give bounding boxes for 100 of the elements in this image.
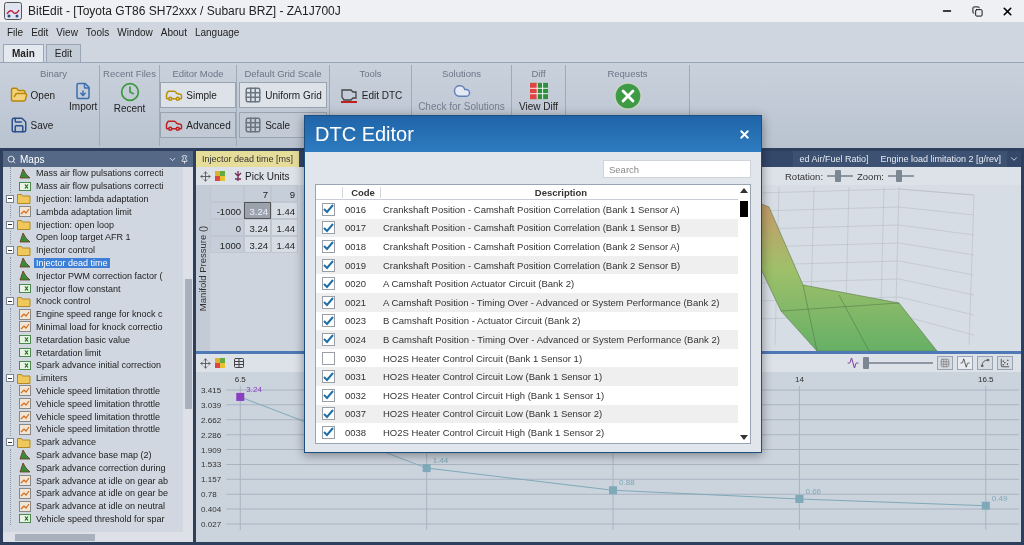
checkbox[interactable]	[322, 240, 335, 253]
tree-item[interactable]: Vehicle speed threshold for spar	[34, 513, 167, 524]
slider-thumb[interactable]	[835, 170, 842, 182]
tree-toggle[interactable]	[6, 195, 14, 203]
ribbon-button[interactable]: Recent	[108, 81, 151, 137]
ribbon-button[interactable]: Import	[64, 81, 103, 137]
tree-item[interactable]: Retardation basic value	[34, 334, 133, 345]
checkbox[interactable]	[322, 258, 335, 272]
tree-item[interactable]: Injector dead time	[34, 257, 110, 268]
tree-item[interactable]: Retardation limit	[34, 347, 104, 358]
checkbox[interactable]	[322, 370, 335, 384]
checkbox[interactable]	[322, 407, 335, 421]
column-header: 9	[271, 185, 298, 202]
ribbon-tab[interactable]: Main	[3, 44, 44, 62]
line-style-button[interactable]	[997, 356, 1013, 370]
tree-toggle[interactable]	[6, 374, 14, 383]
tree-item[interactable]: Injector flow constant	[34, 283, 123, 294]
tree-item[interactable]: Vehicle speed limitation throttle	[34, 385, 163, 396]
tree-folder[interactable]: Knock control	[34, 296, 93, 307]
slider[interactable]	[863, 357, 933, 369]
scrollbar[interactable]	[3, 532, 193, 542]
table-cell[interactable]: 1.44	[271, 219, 298, 236]
curve-icon[interactable]	[847, 357, 859, 369]
checkbox[interactable]	[322, 332, 335, 346]
column-header[interactable]: Description	[380, 186, 738, 198]
tree-item[interactable]: Spark advance at idle on gear ab	[34, 475, 171, 486]
tree-folder[interactable]: Spark advance	[34, 437, 99, 448]
tree-item[interactable]: Vehicle speed limitation throttle	[34, 411, 163, 422]
document-tab[interactable]: Injector dead time [ms]	[196, 151, 300, 167]
ribbon-button[interactable]: Advanced	[160, 112, 236, 138]
tree-item[interactable]: Lambda adaptation limit	[34, 206, 134, 217]
line-style-button[interactable]	[957, 356, 973, 370]
move-icon[interactable]	[200, 357, 211, 369]
scrollbar-thumb[interactable]	[740, 201, 748, 217]
table-cell[interactable]: 1.44	[271, 202, 298, 219]
checkbox[interactable]	[322, 351, 335, 365]
tree-folder[interactable]: Injector control	[34, 245, 98, 256]
checkbox[interactable]	[322, 388, 335, 402]
tree-item[interactable]: Vehicle speed limitation throttle	[34, 398, 163, 409]
checkbox[interactable]	[322, 314, 335, 328]
tree-item[interactable]: Mass air flow pulsations correcti	[34, 168, 166, 179]
ribbon-button[interactable]: Edit DTC	[333, 82, 408, 108]
tree-item[interactable]: Spark advance initial correction	[34, 360, 164, 371]
tree-toggle[interactable]	[6, 246, 14, 255]
grid-toggle[interactable]	[937, 356, 953, 370]
tree-toggle[interactable]	[6, 220, 14, 229]
tree-item[interactable]: Spark advance at idle on neutral	[34, 501, 168, 512]
menu-item[interactable]: About	[156, 26, 191, 38]
tree-folder[interactable]: Limiters	[34, 373, 70, 384]
table-icon[interactable]	[233, 357, 245, 369]
document-tab[interactable]: ed Air/Fuel Ratio]	[793, 151, 875, 167]
code-cell-text: 0038	[344, 426, 368, 438]
tree-item[interactable]: Mass air flow pulsations correcti	[34, 181, 166, 192]
line-style-button[interactable]	[977, 356, 993, 370]
dropdown-icon[interactable]	[1009, 154, 1019, 164]
checkbox[interactable]	[322, 425, 335, 439]
move-icon[interactable]	[200, 170, 211, 182]
document-tab[interactable]: Engine load limitation 2 [g/rev]	[874, 151, 1007, 167]
menu-item[interactable]: Language	[190, 26, 244, 38]
tree-folder[interactable]: Injection: lambda adaptation	[34, 194, 151, 204]
column-header[interactable]: Code	[342, 186, 380, 198]
menu-item[interactable]: View	[52, 26, 82, 38]
tree-item[interactable]: Minimal load for knock correctio	[34, 321, 165, 332]
tree-folder[interactable]: Injection: open loop	[34, 219, 117, 230]
scroll-down-icon[interactable]	[740, 435, 748, 440]
checkbox[interactable]	[322, 202, 335, 216]
tree-toggle[interactable]	[6, 438, 14, 447]
scroll-up-icon[interactable]	[740, 188, 748, 193]
menu-item[interactable]: Window	[113, 26, 157, 38]
ribbon-button[interactable]: Simple	[160, 82, 236, 108]
tree-item[interactable]: Spark advance correction during	[34, 462, 168, 473]
tree-item[interactable]: Spark advance at idle on gear be	[34, 488, 171, 499]
menu-item[interactable]: Edit	[27, 26, 53, 38]
pin-icon[interactable]	[180, 154, 189, 164]
menu-item[interactable]: Tools	[81, 26, 114, 38]
checkbox[interactable]	[322, 295, 335, 309]
tree-item[interactable]: Engine speed range for knock c	[34, 309, 165, 320]
ribbon-button[interactable]: Save	[4, 112, 61, 138]
scrollbar[interactable]	[183, 167, 193, 532]
table-cell[interactable]: 1.44	[271, 236, 298, 253]
tree-toggle[interactable]	[6, 297, 14, 306]
tree-item[interactable]: Injector PWM correction factor (	[34, 270, 165, 281]
pick-units-button[interactable]: Pick Units	[233, 170, 290, 182]
tree-item[interactable]: Open loop target AFR 1	[34, 232, 133, 243]
menu-item[interactable]: File	[3, 26, 28, 38]
ribbon-button[interactable]: Open	[4, 82, 61, 108]
search-field[interactable]: Search	[603, 160, 751, 178]
tree-item[interactable]: Spark advance base map (2)	[34, 449, 154, 460]
table-cell[interactable]: 3.24	[244, 219, 271, 236]
checkbox[interactable]	[322, 221, 335, 235]
slider-thumb[interactable]	[863, 357, 869, 369]
table-cell[interactable]: 3.24	[244, 236, 271, 253]
data-point[interactable]	[236, 392, 245, 401]
ribbon-button[interactable]: Uniform Grid	[239, 82, 327, 108]
slider-thumb[interactable]	[895, 170, 902, 182]
tree-item[interactable]: Vehicle speed limitation throttle	[34, 424, 163, 435]
checkbox[interactable]	[322, 277, 335, 291]
ribbon-tab[interactable]: Edit	[45, 44, 81, 62]
scrollbar-thumb[interactable]	[184, 279, 192, 409]
scrollbar-thumb[interactable]	[15, 533, 95, 541]
